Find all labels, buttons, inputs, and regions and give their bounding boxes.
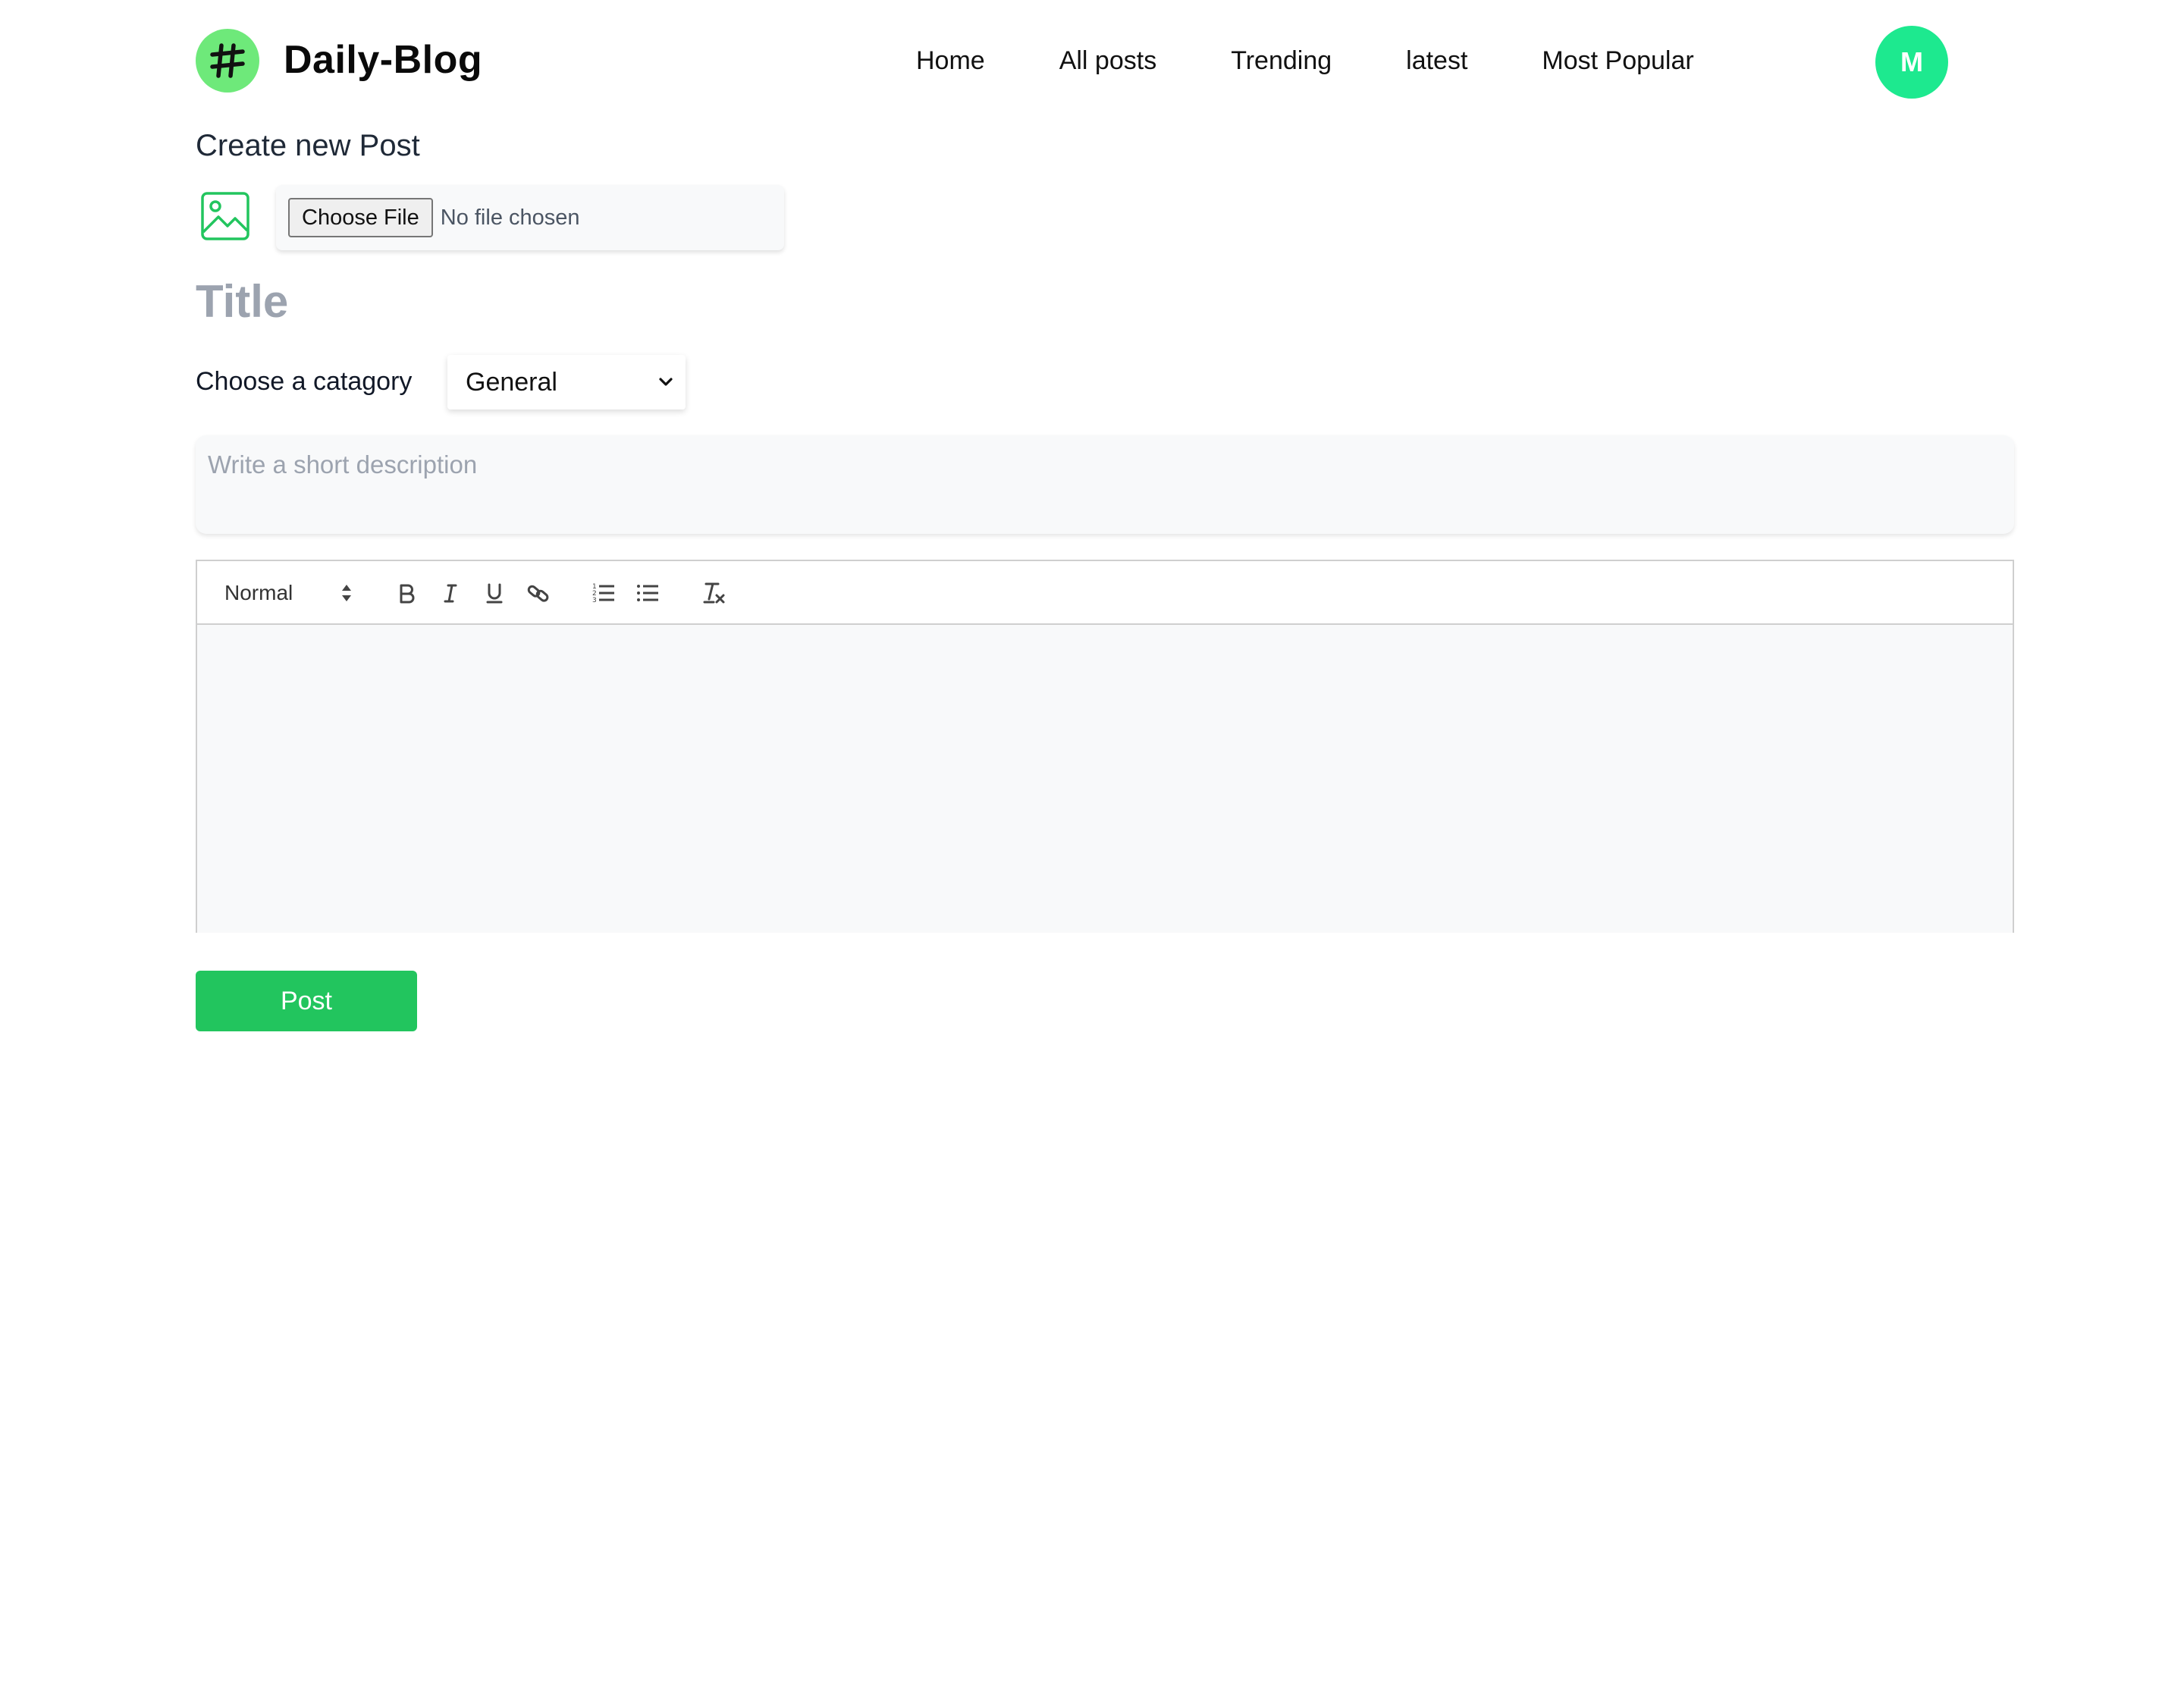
bullet-list-icon [637,585,658,601]
editor-content-area[interactable] [197,625,2013,933]
underline-icon [486,583,503,604]
link-icon [527,585,549,602]
file-status: No file chosen [440,205,580,230]
post-button[interactable]: Post [196,971,417,1031]
nav-home[interactable]: Home [916,38,985,83]
logo[interactable] [196,29,259,93]
italic-button[interactable] [432,575,469,611]
user-avatar[interactable]: M [1875,26,1948,99]
updown-arrows-icon [342,585,351,601]
image-icon [201,192,249,240]
header: Daily-Blog Home All posts Trending lates… [196,26,1952,99]
description-input[interactable] [196,435,2014,534]
title-input[interactable] [196,269,1106,333]
page-title: Create new Post [196,129,420,162]
nav-most-popular[interactable]: Most Popular [1542,38,1693,83]
svg-text:3: 3 [592,597,597,604]
category-selected-value: General [466,367,557,397]
file-input[interactable]: Choose File No file chosen [276,185,784,250]
category-select[interactable]: General [447,355,686,410]
hashtag-logo-icon [210,43,245,78]
text-size-select[interactable]: Normal [224,575,353,611]
page: Daily-Blog Home All posts Trending lates… [0,0,2184,1682]
main-nav: Home All posts Trending latest Most Popu… [916,38,1694,83]
chevron-down-icon [659,378,673,386]
rich-text-editor: Normal 1 2 3 [196,560,2014,933]
nav-trending[interactable]: Trending [1231,38,1332,83]
ordered-list-button[interactable]: 1 2 3 [585,575,622,611]
link-button[interactable] [520,575,557,611]
choose-file-button[interactable]: Choose File [288,198,433,237]
nav-latest[interactable]: latest [1406,38,1467,83]
bullet-list-button[interactable] [629,575,666,611]
underline-button[interactable] [476,575,513,611]
bold-button[interactable] [388,575,425,611]
clear-format-button[interactable] [696,575,733,611]
editor-toolbar: Normal 1 2 3 [197,561,2013,625]
nav-all-posts[interactable]: All posts [1059,38,1157,83]
category-label: Choose a catagory [196,367,413,396]
bold-icon [400,584,415,604]
italic-icon [444,584,457,603]
text-size-label: Normal [224,581,293,604]
brand-name[interactable]: Daily-Blog [284,33,482,86]
clear-format-icon [703,582,725,604]
ordered-list-icon: 1 2 3 [592,583,614,604]
